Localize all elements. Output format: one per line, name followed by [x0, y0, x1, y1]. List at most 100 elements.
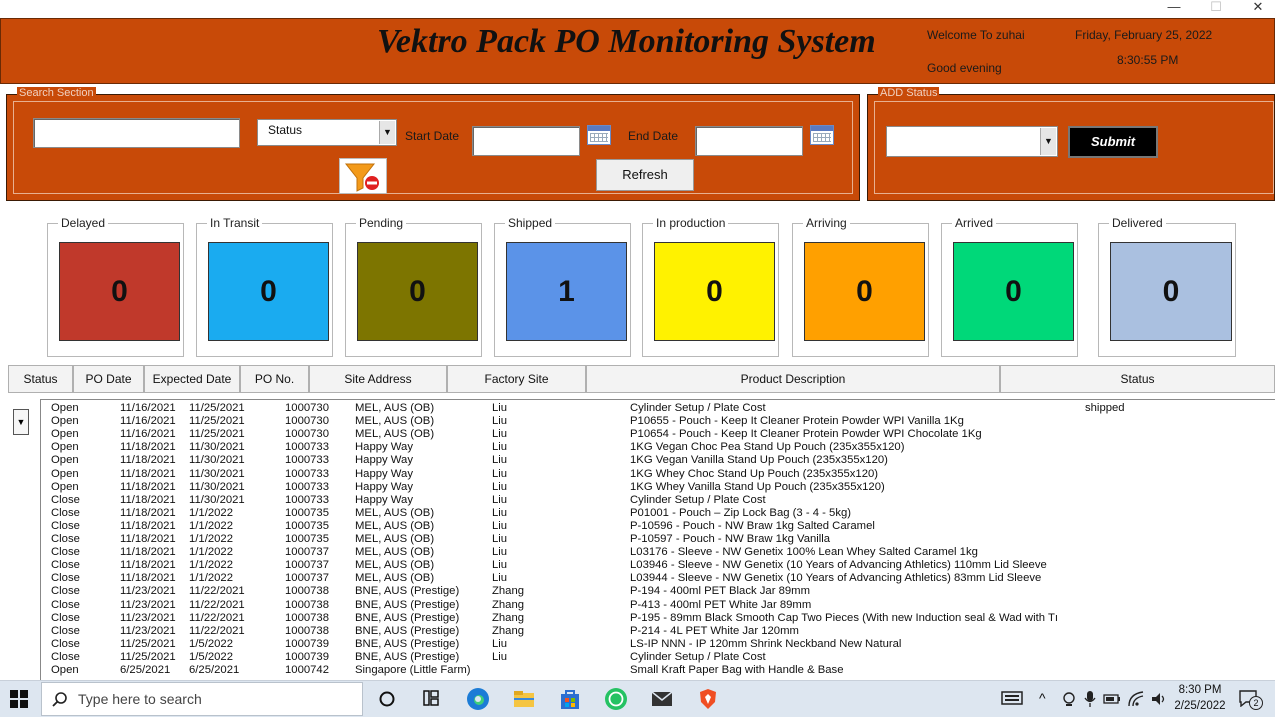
search-input[interactable]	[33, 118, 240, 148]
table-cell: Close	[51, 624, 80, 637]
table-row[interactable]: Close 11/23/2021 11/22/2021 1000738 BNE, AUS…	[41, 612, 1275, 625]
table-row[interactable]: Close 11/18/2021 1/1/2022 1000737 MEL, AUS (…	[41, 546, 1275, 559]
table-row[interactable]: Close 11/18/2021 11/30/2021 1000733 Happy Wa…	[41, 494, 1275, 507]
mail-icon[interactable]	[650, 687, 676, 713]
calendar-icon[interactable]	[810, 125, 834, 145]
table-row[interactable]: Close 11/23/2021 11/22/2021 1000738 BNE, AUS…	[41, 625, 1275, 638]
status-card[interactable]: Delayed 0	[47, 216, 184, 357]
microphone-icon[interactable]	[1083, 690, 1097, 708]
table-cell: Liu	[492, 415, 508, 428]
submit-button[interactable]: Submit	[1068, 126, 1158, 158]
status-combo[interactable]: Status ▼	[257, 119, 397, 146]
table-cell: Close	[51, 493, 80, 506]
table-row[interactable]: Open 11/18/2021 11/30/2021 1000733 Happy Way…	[41, 454, 1275, 467]
store-icon[interactable]	[558, 687, 584, 713]
close-button[interactable]: ✕	[1238, 0, 1275, 16]
status-card[interactable]: In Transit 0	[196, 216, 333, 357]
table-cell: Close	[51, 519, 80, 532]
table-cell: Small Kraft Paper Bag with Handle & Base	[630, 664, 844, 676]
table-row[interactable]: Close 11/25/2021 1/5/2022 1000739 BNE, AUS (…	[41, 651, 1275, 664]
maximize-button[interactable]: ☐	[1196, 0, 1236, 16]
column-header[interactable]: Status	[8, 365, 73, 393]
column-header[interactable]: PO No.	[240, 365, 309, 393]
table-row[interactable]: Open 11/16/2021 11/25/2021 1000730 MEL, AUS …	[41, 428, 1275, 441]
status-card-count[interactable]: 0	[1110, 242, 1232, 341]
clear-filter-button[interactable]	[339, 158, 387, 194]
table-row[interactable]: Open 6/25/2021 6/25/2021 1000742 Singapore (…	[41, 664, 1275, 677]
status-card-count[interactable]: 1	[506, 242, 627, 341]
table-row[interactable]: Open 11/18/2021 11/30/2021 1000733 Happy Way…	[41, 468, 1275, 481]
table-row[interactable]: Close 11/25/2021 1/5/2022 1000739 BNE, AUS (…	[41, 638, 1275, 651]
table-row[interactable]: Close 11/18/2021 1/1/2022 1000735 MEL, AUS (…	[41, 507, 1275, 520]
table-cell: P-413 - 400ml PET White Jar 89mm	[630, 598, 812, 611]
po-list[interactable]: Open 11/16/2021 11/25/2021 1000730 MEL, AUS …	[40, 399, 1275, 680]
status-card[interactable]: In production 0	[642, 216, 779, 357]
status-card-count[interactable]: 0	[804, 242, 925, 341]
wifi-icon[interactable]	[1127, 690, 1145, 708]
chevron-down-icon[interactable]: ▼	[379, 121, 395, 144]
volume-icon[interactable]	[1150, 690, 1168, 708]
column-header[interactable]: Expected Date	[144, 365, 240, 393]
table-row[interactable]: Close 11/18/2021 1/1/2022 1000737 MEL, AUS (…	[41, 572, 1275, 585]
keyboard-icon[interactable]	[1001, 689, 1027, 715]
table-row[interactable]: Open 11/18/2021 11/30/2021 1000733 Happy Way…	[41, 481, 1275, 494]
column-header[interactable]: Status	[1000, 365, 1275, 393]
table-row[interactable]: Close 11/23/2021 11/22/2021 1000738 BNE, AUS…	[41, 599, 1275, 612]
minimize-button[interactable]: —	[1154, 0, 1194, 16]
column-header[interactable]: Product Description	[586, 365, 1000, 393]
table-row[interactable]: Close 11/18/2021 1/1/2022 1000735 MEL, AUS (…	[41, 533, 1275, 546]
table-cell: Open	[51, 415, 79, 428]
add-status-combo[interactable]: ▼	[886, 126, 1058, 157]
table-cell: Liu	[492, 519, 508, 532]
refresh-button[interactable]: Refresh	[596, 159, 694, 191]
table-cell: 11/18/2021	[120, 506, 176, 519]
column-header[interactable]: Factory Site	[447, 365, 586, 393]
status-card-label: Arriving	[803, 216, 850, 230]
column-header[interactable]: Site Address	[309, 365, 447, 393]
status-card[interactable]: Arrived 0	[941, 216, 1078, 357]
status-card[interactable]: Shipped 1	[494, 216, 631, 357]
table-row[interactable]: Open 11/18/2021 11/30/2021 1000733 Happy Way…	[41, 441, 1275, 454]
notification-icon[interactable]: 2	[1238, 689, 1264, 711]
end-date-input[interactable]	[695, 126, 803, 156]
status-card[interactable]: Pending 0	[345, 216, 482, 357]
status-card-count[interactable]: 0	[208, 242, 329, 341]
taskbar-search[interactable]: Type here to search	[41, 682, 363, 716]
calendar-icon[interactable]	[587, 125, 611, 145]
table-cell: 11/30/2021	[189, 480, 245, 493]
table-cell: Liu	[492, 493, 508, 506]
widgets-icon[interactable]	[420, 687, 446, 713]
brave-browser-icon[interactable]	[696, 687, 722, 713]
table-row[interactable]: Close 11/18/2021 1/1/2022 1000737 MEL, AUS (…	[41, 559, 1275, 572]
status-card-count[interactable]: 0	[953, 242, 1074, 341]
table-cell: 11/30/2021	[189, 493, 245, 506]
table-cell: Close	[51, 572, 80, 585]
windows-start-icon[interactable]	[10, 690, 28, 708]
edge-browser-icon[interactable]	[466, 687, 492, 713]
start-date-input[interactable]	[472, 126, 580, 156]
table-row[interactable]: Close 11/18/2021 1/1/2022 1000735 MEL, AUS (…	[41, 520, 1275, 533]
column-header[interactable]: PO Date	[73, 365, 144, 393]
status-card[interactable]: Arriving 0	[792, 216, 929, 357]
file-explorer-icon[interactable]	[512, 687, 538, 713]
battery-icon[interactable]	[1103, 692, 1121, 706]
search-section-label: Search Section	[17, 87, 96, 99]
chevron-up-icon[interactable]: ^	[1039, 690, 1046, 706]
taskbar-date[interactable]: 2/25/2022	[1172, 700, 1228, 712]
status-card[interactable]: Delivered 0	[1098, 216, 1236, 357]
table-row[interactable]: Close 11/23/2021 11/22/2021 1000738 BNE, AUS…	[41, 585, 1275, 598]
webcam-icon[interactable]	[1061, 691, 1077, 707]
table-row[interactable]: Open 11/16/2021 11/25/2021 1000730 MEL, AUS …	[41, 415, 1275, 428]
welcome-text: Welcome To zuhai	[927, 28, 1025, 42]
current-time: 8:30:55 PM	[1117, 53, 1179, 67]
task-view-icon[interactable]	[376, 687, 402, 713]
status-card-count[interactable]: 0	[654, 242, 775, 341]
chevron-down-icon[interactable]: ▼	[1040, 128, 1056, 155]
taskbar-time[interactable]: 8:30 PM	[1172, 684, 1228, 696]
whatsapp-icon[interactable]	[604, 687, 630, 713]
table-cell: Open	[51, 664, 79, 676]
table-row[interactable]: Open 11/16/2021 11/25/2021 1000730 MEL, AUS …	[41, 402, 1275, 415]
row-dropdown-button[interactable]: ▼	[13, 409, 29, 435]
status-card-count[interactable]: 0	[59, 242, 180, 341]
status-card-count[interactable]: 0	[357, 242, 478, 341]
